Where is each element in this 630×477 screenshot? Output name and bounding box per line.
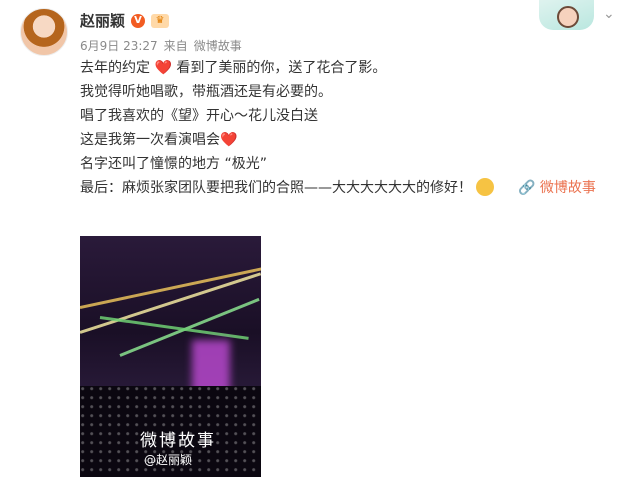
heart-icon: ❤️	[220, 132, 238, 148]
smiling-face-emoji-icon	[476, 178, 494, 196]
post-line: 我觉得听她唱歌，带瓶酒还是有必要的。	[80, 84, 332, 100]
stage-light-beam	[119, 297, 260, 357]
heart-icon: ❤️	[154, 60, 172, 76]
post-line: 去年的约定 ❤️ 看到了美丽的你，送了花合了影。	[80, 60, 387, 76]
post-text: 去年的约定 ❤️ 看到了美丽的你，送了花合了影。 我觉得听她唱歌，带瓶酒还是有必…	[80, 56, 620, 200]
source-prefix: 来自	[163, 39, 188, 53]
decorative-sticker-icon	[539, 0, 594, 30]
story-source-link[interactable]: 🔗 微博故事	[518, 180, 596, 196]
post-meta: 6月9日 23:27 来自 微博故事	[80, 37, 242, 54]
post-line: 最后：麻烦张家团队要把我们的合照——大大大大大大的修好！ 🔗 微博故事	[80, 178, 596, 196]
username[interactable]: 赵丽颖	[80, 10, 125, 31]
avatar[interactable]	[20, 8, 68, 56]
post-timestamp[interactable]: 6月9日 23:27	[80, 37, 158, 54]
post-line: 唱了我喜欢的《望》开心～花儿没白送	[80, 108, 318, 124]
video-watermark: 微博故事	[140, 431, 216, 451]
post-source[interactable]: 微博故事	[194, 37, 242, 54]
post-line: 这是我第一次看演唱会❤️	[80, 132, 238, 148]
chevron-down-icon[interactable]: ⌄	[603, 6, 615, 22]
post-line: 名字还叫了憧憬的地方 “极光”	[80, 156, 267, 172]
verified-badge-icon: V	[131, 13, 146, 28]
user-name-row: 赵丽颖 V ♛	[80, 10, 170, 31]
video-thumbnail[interactable]: 微博故事 @赵丽颖	[80, 236, 261, 477]
stage-light-beam	[99, 316, 249, 340]
vip-badge-icon: ♛	[151, 13, 170, 28]
video-handle: @赵丽颖	[144, 453, 193, 467]
